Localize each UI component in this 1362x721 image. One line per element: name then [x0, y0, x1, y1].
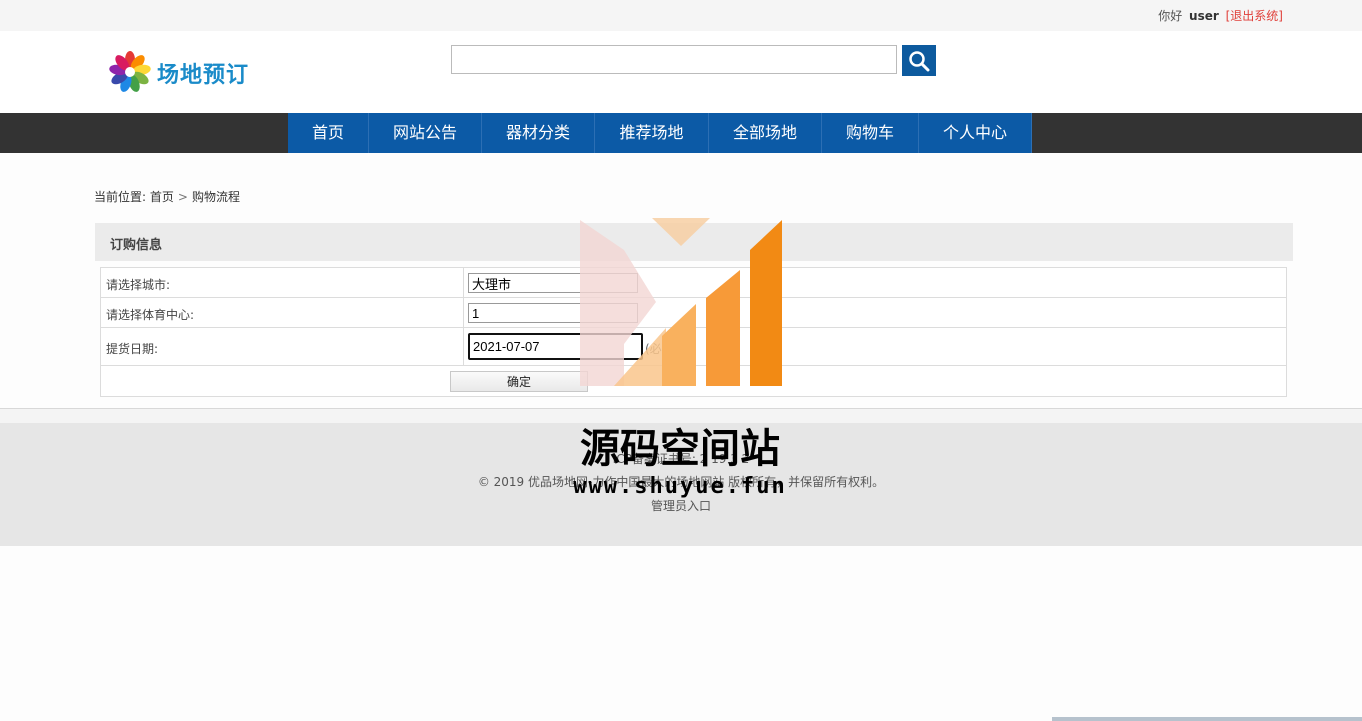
date-label: 提货日期: — [106, 342, 159, 356]
greeting-text: 你好 — [1158, 9, 1183, 23]
admin-link[interactable]: 管理员入口 — [651, 499, 711, 513]
admin-entry: 管理员入口 — [0, 497, 1362, 514]
nav-item-recommended[interactable]: 推荐场地 — [595, 113, 709, 153]
row-divider — [463, 328, 464, 365]
breadcrumb-current: 购物流程 — [191, 190, 240, 204]
nav-item-profile[interactable]: 个人中心 — [919, 113, 1032, 153]
logout-link[interactable]: [退出系统] — [1226, 9, 1283, 23]
user-bar: 你好 user [退出系统] — [1158, 7, 1283, 24]
center-label: 请选择体育中心: — [106, 308, 195, 322]
watermark-url: www.shuyue.fun — [573, 474, 787, 499]
breadcrumb-home[interactable]: 首页 — [150, 190, 174, 204]
watermark-chart-icon — [580, 218, 782, 386]
nav-item-cart[interactable]: 购物车 — [822, 113, 919, 153]
nav-item-announcements[interactable]: 网站公告 — [369, 113, 482, 153]
nav-item-home[interactable]: 首页 — [288, 113, 369, 153]
breadcrumb-prefix: 当前位置: — [94, 190, 147, 204]
nav-item-equipment[interactable]: 器材分类 — [482, 113, 595, 153]
panel-title: 订购信息 — [110, 238, 163, 253]
flower-logo-icon — [109, 51, 151, 92]
row-divider — [463, 298, 464, 327]
nav-list: 首页 网站公告 器材分类 推荐场地 全部场地 购物车 个人中心 — [288, 113, 1032, 153]
main-nav: 首页 网站公告 器材分类 推荐场地 全部场地 购物车 个人中心 — [0, 113, 1362, 153]
confirm-button[interactable]: 确定 — [450, 371, 588, 392]
top-bar: 你好 user [退出系统] — [0, 0, 1362, 31]
search-input[interactable] — [451, 45, 897, 74]
magnifier-icon — [909, 50, 930, 71]
header: 场地预订 — [0, 31, 1362, 113]
row-divider — [463, 268, 464, 297]
city-label: 请选择城市: — [106, 278, 171, 292]
bottom-scroll-strip — [1052, 717, 1362, 721]
search-button[interactable] — [902, 45, 936, 76]
nav-item-all-venues[interactable]: 全部场地 — [709, 113, 822, 153]
watermark-title: 源码空间站 — [580, 426, 780, 472]
username: user — [1189, 9, 1219, 23]
site-logo[interactable]: 场地预订 — [107, 49, 267, 95]
breadcrumb-separator: > — [177, 190, 188, 204]
breadcrumb: 当前位置: 首页 > 购物流程 — [94, 188, 240, 205]
logo-text: 场地预订 — [157, 62, 250, 88]
